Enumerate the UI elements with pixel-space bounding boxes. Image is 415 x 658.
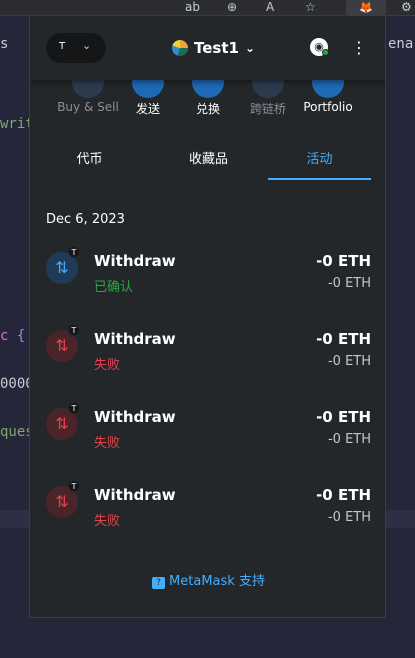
tab-bar: 代币 收藏品 活动 bbox=[30, 146, 385, 180]
avatar bbox=[172, 40, 188, 56]
network-selector[interactable]: T ⌄ bbox=[46, 33, 106, 63]
transaction-amount: -0 ETH bbox=[316, 486, 371, 504]
account-name: Test1 bbox=[194, 39, 239, 57]
settings-icon[interactable]: ⚙ bbox=[401, 0, 412, 14]
transaction-row[interactable]: ⇅ T Withdraw 失败 -0 ETH -0 ETH bbox=[30, 480, 385, 550]
zoom-icon[interactable]: ⊕ bbox=[227, 0, 237, 14]
transaction-title: Withdraw bbox=[94, 330, 176, 348]
code-fragment: ena bbox=[388, 36, 414, 52]
chevron-down-icon: ⌄ bbox=[244, 41, 256, 55]
transaction-title: Withdraw bbox=[94, 252, 176, 270]
transaction-title: Withdraw bbox=[94, 408, 176, 426]
activity-date: Dec 6, 2023 bbox=[46, 212, 125, 227]
network-badge: T bbox=[68, 402, 80, 414]
connection-status-dot bbox=[322, 49, 329, 56]
support-label: MetaMask 支持 bbox=[169, 574, 265, 589]
popup-header: T ⌄ Test1 ⌄ ◉ ⋮ bbox=[30, 16, 385, 80]
transaction-row[interactable]: ⇅ T Withdraw 失败 -0 ETH -0 ETH bbox=[30, 402, 385, 472]
tab-collectibles[interactable]: 收藏品 bbox=[149, 146, 268, 180]
transaction-amount: -0 ETH bbox=[316, 252, 371, 270]
network-badge: T bbox=[68, 246, 80, 258]
code-fragment: s bbox=[0, 36, 9, 52]
support-link[interactable]: ? MetaMask 支持 bbox=[30, 570, 385, 589]
read-aloud-icon[interactable]: ab bbox=[185, 0, 200, 14]
more-options-icon[interactable]: ⋮ bbox=[351, 38, 367, 58]
network-badge: T bbox=[68, 324, 80, 336]
network-badge: T bbox=[68, 480, 80, 492]
transaction-title: Withdraw bbox=[94, 486, 176, 504]
transaction-amount: -0 ETH bbox=[316, 330, 371, 348]
tab-activity[interactable]: 活动 bbox=[268, 146, 371, 180]
transaction-status: 已确认 bbox=[94, 280, 134, 295]
metamask-popup: T ⌄ Test1 ⌄ ◉ ⋮ Buy & Sell 发送 兑换 跨链桥 Por… bbox=[29, 16, 386, 618]
network-badge: T bbox=[59, 41, 66, 52]
chat-help-icon: ? bbox=[152, 577, 166, 589]
metamask-extension-button[interactable]: 🦊 bbox=[346, 0, 386, 16]
chevron-down-icon: ⌄ bbox=[82, 39, 92, 52]
transaction-row[interactable]: ⇅ T Withdraw 失败 -0 ETH -0 ETH bbox=[30, 324, 385, 394]
metamask-fox-icon: 🦊 bbox=[359, 1, 373, 14]
transaction-status: 失败 bbox=[94, 436, 121, 451]
transaction-amount: -0 ETH bbox=[316, 408, 371, 426]
transaction-status: 失败 bbox=[94, 358, 121, 373]
code-fragment: c { bbox=[0, 328, 26, 344]
transaction-status: 失败 bbox=[94, 514, 121, 529]
transaction-row[interactable]: ⇅ T Withdraw 已确认 -0 ETH -0 ETH bbox=[30, 246, 385, 316]
font-icon[interactable]: A bbox=[266, 0, 274, 14]
tab-tokens[interactable]: 代币 bbox=[30, 146, 149, 180]
browser-toolbar: ab ⊕ A ☆ 🦊 ⚙ bbox=[0, 0, 415, 16]
transaction-secondary-amount: -0 ETH bbox=[327, 510, 371, 525]
favorite-icon[interactable]: ☆ bbox=[305, 0, 316, 14]
account-selector[interactable]: Test1 ⌄ bbox=[172, 36, 255, 60]
action-label: Portfolio bbox=[303, 100, 353, 114]
transaction-secondary-amount: -0 ETH bbox=[327, 276, 371, 291]
transaction-secondary-amount: -0 ETH bbox=[327, 432, 371, 447]
transaction-secondary-amount: -0 ETH bbox=[327, 354, 371, 369]
